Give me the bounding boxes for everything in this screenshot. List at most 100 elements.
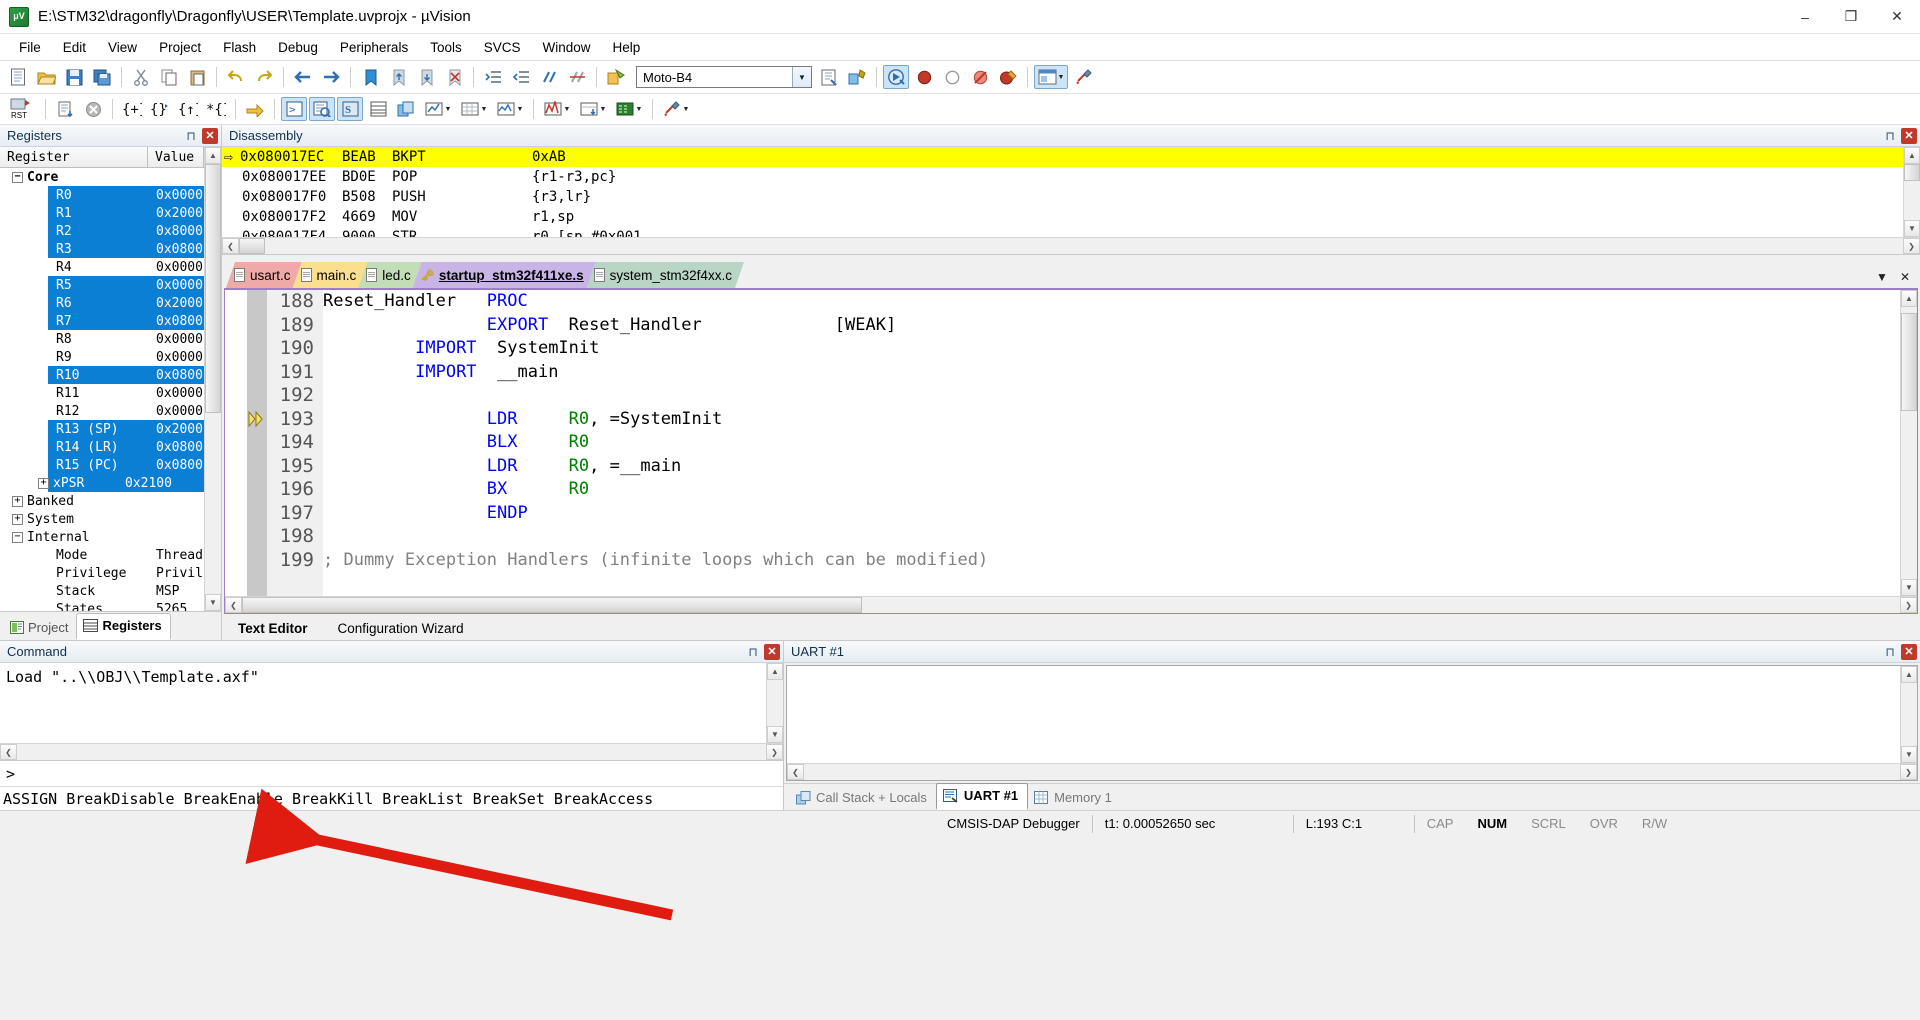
tree-group-core[interactable]: − Core xyxy=(0,168,204,186)
tab-uart-1[interactable]: UART #1 xyxy=(935,783,1029,810)
close-icon[interactable]: ✕ xyxy=(1901,127,1917,144)
breakpoint-slot[interactable] xyxy=(225,337,247,361)
breakpoint-gutter[interactable] xyxy=(225,290,247,596)
tree-group-system[interactable]: + System xyxy=(0,510,204,528)
tree-group-banked[interactable]: + Banked xyxy=(0,492,204,510)
close-icon[interactable]: ✕ xyxy=(202,127,218,144)
disassembly-body[interactable]: ⇨ 0x080017EC BEAB BKPT 0xAB 0x080017EE BD0E POP… xyxy=(222,147,1920,237)
breakpoint-slot[interactable] xyxy=(225,455,247,479)
scroll-right-icon[interactable]: ❯ xyxy=(1903,238,1920,254)
table-row[interactable]: R9 0x0000 xyxy=(0,348,204,366)
code-line[interactable]: ; Dummy Exception Handlers (infinite loo… xyxy=(323,549,1900,573)
manage-components-icon[interactable] xyxy=(844,65,870,89)
registers-vertical-scrollbar[interactable]: ▲ ▼ xyxy=(204,147,221,611)
code-line[interactable] xyxy=(323,525,1900,549)
kill-all-breakpoints-icon[interactable] xyxy=(995,65,1021,89)
system-viewer-icon[interactable]: ▼ xyxy=(612,97,646,121)
expander-icon[interactable]: − xyxy=(12,171,23,183)
code-text-area[interactable]: Reset_Handler PROC EXPORT Reset_Handler … xyxy=(323,290,1900,596)
build-target-icon[interactable] xyxy=(603,65,629,89)
stop-execution-icon[interactable] xyxy=(80,97,106,121)
step-into-icon[interactable]: {+} xyxy=(119,97,145,121)
pin-icon[interactable]: ⊓ xyxy=(745,644,761,660)
command-output-area[interactable]: Load "..\\OBJ\\Template.axf" ▲ ▼ xyxy=(0,663,783,743)
file-tab-startup-stm32f411xe-s[interactable]: 🗝 startup_stm32f411xe.s xyxy=(413,262,596,288)
save-all-icon[interactable] xyxy=(89,65,115,89)
pin-icon[interactable]: ⊓ xyxy=(183,128,199,144)
menu-help[interactable]: Help xyxy=(602,36,652,59)
uart-horizontal-scrollbar[interactable]: ❮ ❯ xyxy=(787,763,1917,780)
show-next-statement-icon[interactable] xyxy=(242,97,268,121)
tree-group-internal[interactable]: − Internal xyxy=(0,528,204,546)
code-line[interactable]: EXPORT Reset_Handler [WEAK] xyxy=(323,314,1900,338)
disable-all-breakpoints-icon[interactable] xyxy=(967,65,993,89)
step-out-icon[interactable]: {↑} xyxy=(175,97,201,121)
registers-window-icon[interactable] xyxy=(365,97,391,121)
table-row[interactable]: R12 0x0000 xyxy=(0,402,204,420)
disable-breakpoint-icon[interactable] xyxy=(939,65,965,89)
expander-icon[interactable]: − xyxy=(12,531,23,543)
new-file-icon[interactable] xyxy=(5,65,31,89)
command-horizontal-scrollbar[interactable]: ❮ ❯ xyxy=(0,743,783,760)
tab-memory-1[interactable]: Memory 1 xyxy=(1028,786,1121,810)
scroll-up-icon[interactable]: ▲ xyxy=(767,663,783,680)
editor-horizontal-scrollbar[interactable]: ❮ ❯ xyxy=(225,596,1917,613)
table-row[interactable]: R3 0x0800 xyxy=(0,240,204,258)
window-layout-icon[interactable]: ▼ xyxy=(1034,65,1068,89)
table-row[interactable]: R8 0x0000 xyxy=(0,330,204,348)
disassembly-row[interactable]: 0x080017EE BD0E POP {r1-r3,pc} xyxy=(222,167,1903,187)
bookmark-toggle-icon[interactable] xyxy=(357,65,383,89)
menu-view[interactable]: View xyxy=(97,36,148,59)
copy-icon[interactable] xyxy=(156,65,182,89)
navigate-back-icon[interactable] xyxy=(290,65,316,89)
uart-output-box[interactable]: ▲ ▼ ❮ ❯ xyxy=(786,665,1918,781)
scroll-down-icon[interactable]: ▼ xyxy=(767,726,783,743)
outdent-icon[interactable] xyxy=(508,65,534,89)
table-row[interactable]: R4 0x0000 xyxy=(0,258,204,276)
redo-icon[interactable] xyxy=(251,65,277,89)
code-line[interactable]: BLX R0 xyxy=(323,431,1900,455)
bookmark-gutter[interactable] xyxy=(247,290,267,596)
expander-icon[interactable]: + xyxy=(12,513,23,525)
menu-tools[interactable]: Tools xyxy=(419,36,473,59)
command-vertical-scrollbar[interactable]: ▲ ▼ xyxy=(766,663,783,743)
debug-settings-icon[interactable]: ▼ xyxy=(659,97,693,121)
scroll-left-icon[interactable]: ❮ xyxy=(0,744,17,760)
editor-vertical-scrollbar[interactable]: ▲ ▼ xyxy=(1900,290,1917,596)
call-stack-window-icon[interactable] xyxy=(393,97,419,121)
run-to-line-icon[interactable]: *{} xyxy=(203,97,229,121)
menu-project[interactable]: Project xyxy=(148,36,212,59)
step-over-icon[interactable]: {} xyxy=(147,97,173,121)
command-window-icon[interactable]: > xyxy=(281,97,307,121)
close-icon[interactable]: ✕ xyxy=(1901,643,1917,660)
table-row[interactable]: R10 0x0800 xyxy=(0,366,204,384)
table-row[interactable]: States 5265 xyxy=(0,600,204,612)
scroll-down-icon[interactable]: ▼ xyxy=(1901,579,1917,596)
table-row[interactable]: R6 0x2000 xyxy=(0,294,204,312)
disassembly-row[interactable]: ⇨ 0x080017EC BEAB BKPT 0xAB xyxy=(222,147,1903,167)
table-row[interactable]: R13 (SP) 0x2000 xyxy=(0,420,204,438)
disassembly-vertical-scrollbar[interactable]: ▲ ▼ xyxy=(1903,147,1920,237)
file-tab-main-c[interactable]: main.c xyxy=(293,262,369,288)
scroll-right-icon[interactable]: ❯ xyxy=(1900,597,1917,613)
editor-tab-text-editor[interactable]: Text Editor xyxy=(226,618,326,640)
table-row[interactable]: Mode Thread xyxy=(0,546,204,564)
breakpoint-slot[interactable] xyxy=(225,431,247,455)
target-options-icon[interactable] xyxy=(816,65,842,89)
table-row[interactable]: R14 (LR) 0x0800 xyxy=(0,438,204,456)
table-row[interactable]: R15 (PC) 0x0800 xyxy=(0,456,204,474)
editor-body[interactable]: 188 189 190 191 192 193 194 195 196 197 198 199 Res… xyxy=(225,290,1917,596)
scroll-left-icon[interactable]: ❮ xyxy=(787,764,804,780)
breakpoint-slot[interactable] xyxy=(225,384,247,408)
bookmark-next-icon[interactable] xyxy=(413,65,439,89)
scroll-left-icon[interactable]: ❮ xyxy=(222,238,239,254)
scroll-left-icon[interactable]: ❮ xyxy=(225,597,242,613)
code-line[interactable]: BX R0 xyxy=(323,478,1900,502)
tab-project[interactable]: Project xyxy=(4,616,76,640)
code-line[interactable]: ENDP xyxy=(323,502,1900,526)
tab-registers[interactable]: Registers xyxy=(76,613,171,640)
menu-debug[interactable]: Debug xyxy=(267,36,329,59)
run-to-cursor-icon[interactable] xyxy=(52,97,78,121)
reset-cpu-icon[interactable]: RST xyxy=(5,97,39,121)
disassembly-row[interactable]: 0x080017F4 9000 STR r0,[sp,#0x001 xyxy=(222,227,1903,237)
